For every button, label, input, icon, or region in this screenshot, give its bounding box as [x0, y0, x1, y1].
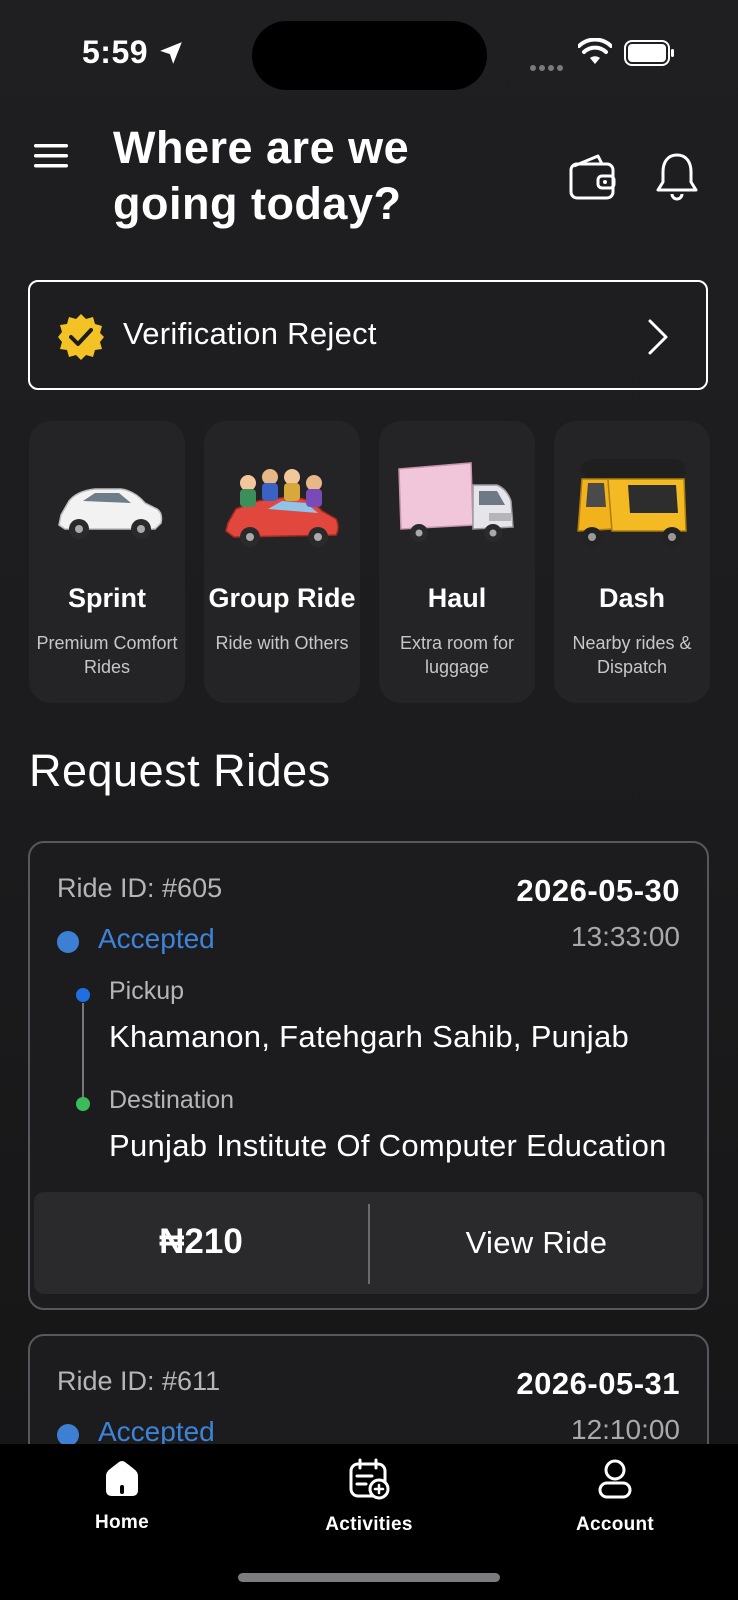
status-time: 5:59 — [82, 34, 149, 70]
ride-id: Ride ID: #605 — [57, 873, 223, 903]
destination-marker — [76, 1097, 90, 1111]
ride-card[interactable]: Ride ID: #605 2026-05-30 Accepted 13:33:… — [28, 841, 709, 1310]
ride-date: 2026-05-31 — [516, 1366, 680, 1401]
verification-status-text: Verification Reject — [123, 316, 377, 351]
tab-activities[interactable]: Activities — [289, 1458, 449, 1536]
ride-date: 2026-05-30 — [516, 873, 680, 908]
tab-account[interactable]: Account — [535, 1458, 695, 1536]
tab-home[interactable]: Home — [42, 1458, 202, 1534]
verification-banner[interactable]: Verification Reject — [28, 280, 708, 390]
category-group-ride[interactable]: Group Ride Ride with Others — [204, 421, 360, 703]
red-car-with-passengers-icon — [225, 469, 339, 547]
tab-label: Home — [95, 1512, 149, 1533]
location-arrow-icon — [160, 42, 182, 64]
destination-address: Punjab Institute Of Computer Education — [109, 1128, 667, 1163]
view-ride-button[interactable]: View Ride — [370, 1192, 703, 1294]
white-car-icon — [58, 488, 163, 539]
category-name: Group Ride — [208, 583, 356, 613]
wallet-icon[interactable] — [568, 152, 618, 202]
bell-icon[interactable] — [654, 150, 700, 202]
category-description: Ride with Others — [215, 633, 349, 653]
home-indicator[interactable] — [238, 1573, 500, 1582]
status-dot — [57, 931, 79, 953]
yellow-auto-rickshaw-icon — [577, 459, 687, 547]
category-name: Haul — [427, 583, 487, 613]
tab-label: Account — [575, 1514, 655, 1535]
page-title: Where are we going today? — [113, 122, 410, 229]
dynamic-island — [252, 21, 487, 90]
route-line — [82, 1003, 84, 1098]
status-dot — [57, 1424, 79, 1446]
verified-badge-icon — [58, 314, 104, 360]
ride-card-footer: ₦210 View Ride — [34, 1192, 703, 1294]
wifi-icon — [578, 38, 612, 64]
ride-id: Ride ID: #611 — [57, 1366, 221, 1396]
tab-label: Activities — [325, 1514, 413, 1535]
destination-label: Destination — [109, 1086, 235, 1114]
category-name: Dash — [598, 583, 666, 613]
status-bar: 5:59 — [0, 0, 738, 110]
category-description: Nearby rides & Dispatch — [572, 633, 692, 677]
home-icon — [106, 1461, 138, 1496]
category-haul[interactable]: Haul Extra room for luggage — [379, 421, 535, 703]
category-dash[interactable]: Dash Nearby rides & Dispatch — [554, 421, 710, 703]
category-sprint[interactable]: Sprint Premium Comfort Rides — [29, 421, 185, 703]
calendar-icon — [349, 1458, 390, 1500]
pickup-label: Pickup — [109, 977, 185, 1005]
chevron-right-icon — [648, 319, 668, 355]
ride-fare: ₦210 — [159, 1222, 243, 1261]
user-icon — [598, 1459, 632, 1499]
category-description: Premium Comfort Rides — [36, 633, 178, 677]
category-description: Extra room for luggage — [399, 633, 515, 677]
ride-time: 13:33:00 — [571, 921, 680, 952]
pickup-address: Khamanon, Fatehgarh Sahib, Punjab — [109, 1019, 630, 1054]
category-name: Sprint — [68, 583, 146, 613]
pink-truck-icon — [398, 462, 514, 542]
ride-time: 12:10:00 — [571, 1414, 680, 1445]
pickup-marker — [76, 988, 90, 1002]
cellular-signal-icon — [530, 58, 566, 71]
menu-icon[interactable] — [34, 142, 70, 170]
battery-icon — [624, 40, 674, 66]
section-title: Request Rides — [29, 745, 331, 796]
ride-status: Accepted — [98, 923, 215, 954]
